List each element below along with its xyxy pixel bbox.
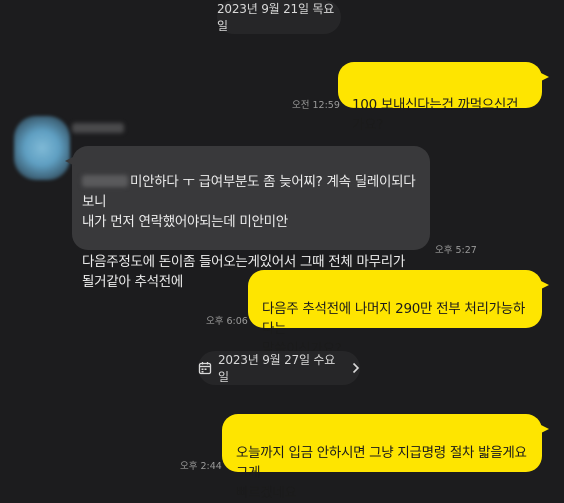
message-text: 오늘까지 입금 안하시면 그냥 지급명령 절차 밟을게요 그게 빠르겠네요 [236, 445, 527, 501]
message-time: 오후 2:44 [180, 461, 222, 472]
message-time: 오후 6:06 [206, 316, 248, 327]
date-divider-label: 2023년 9월 21일 목요일 [217, 2, 335, 33]
redacted-name [82, 175, 128, 187]
avatar[interactable] [14, 116, 70, 180]
my-message-bubble[interactable]: 100 보내신다는건 까먹으신건가요? [338, 62, 549, 133]
message-text: 100 보내신다는건 까먹으신건가요? [352, 97, 519, 133]
chevron-right-icon[interactable] [352, 362, 360, 374]
my-message-bubble[interactable]: 오늘까지 입금 안하시면 그냥 지급명령 절차 밟을게요 그게 빠르겠네요 [222, 414, 549, 501]
date-divider: 2023년 9월 21일 목요일 [217, 0, 341, 34]
message-text: 다음주 추석전에 나머지 290만 전부 처리가능하다는 말씀이신가요? [262, 301, 525, 357]
my-message-bubble[interactable]: 다음주 추석전에 나머지 290만 전부 처리가능하다는 말씀이신가요? [248, 270, 549, 357]
their-message-bubble[interactable]: 미안하다 ㅜ 급여부분도 좀 늦어찌? 계속 딜레이되다보니 내가 먼저 연락했… [65, 146, 430, 290]
message-time: 오전 12:59 [292, 100, 340, 111]
message-time: 오후 5:27 [435, 245, 477, 256]
date-divider-label: 2023년 9월 27일 수요일 [218, 353, 336, 384]
date-divider[interactable]: 2023년 9월 27일 수요일 [198, 351, 360, 385]
sender-name [72, 123, 124, 133]
calendar-icon [198, 361, 212, 375]
